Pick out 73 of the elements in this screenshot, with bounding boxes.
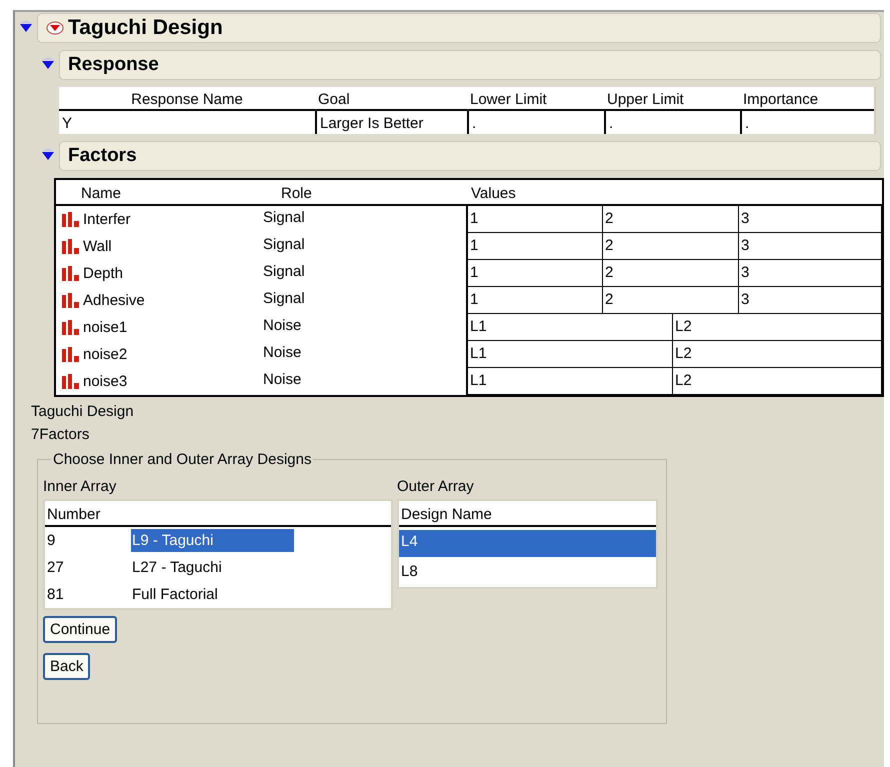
list-label: Outer Array bbox=[397, 477, 475, 497]
table-cell-text: Noise bbox=[262, 370, 302, 390]
list-item[interactable]: L4 bbox=[399, 530, 656, 557]
factor-name: noise3 bbox=[83, 373, 128, 390]
factor-name: noise1 bbox=[83, 319, 128, 336]
factor-count: 7Factors bbox=[30, 425, 90, 443]
factor-name: Interfer bbox=[83, 211, 131, 228]
column-header: Role bbox=[256, 180, 466, 206]
column-header: Values bbox=[466, 180, 882, 206]
list-item[interactable]: 81 Full Factorial bbox=[45, 581, 391, 608]
table-cell: L2 bbox=[673, 314, 882, 340]
table-cell-text: Signal bbox=[262, 289, 306, 309]
disclosure-icon[interactable] bbox=[19, 19, 33, 33]
bar-chart-icon bbox=[61, 374, 81, 389]
list-item[interactable]: 27 L27 - Taguchi bbox=[45, 554, 391, 581]
bar-chart-icon bbox=[61, 293, 81, 308]
disclosure-icon[interactable] bbox=[41, 56, 55, 70]
table-cell: 2 bbox=[603, 260, 739, 286]
table-cell-text: Y bbox=[61, 114, 74, 134]
section-title: Factors bbox=[68, 145, 137, 167]
column-header: Importance bbox=[740, 87, 874, 111]
table-cell: 1 bbox=[468, 287, 603, 313]
column-header: Upper Limit bbox=[604, 87, 740, 111]
table-cell: Larger Is Better bbox=[315, 111, 467, 134]
table-cell: 2 bbox=[603, 233, 739, 259]
column-header: Name bbox=[56, 180, 256, 206]
table-cell: 3 bbox=[739, 260, 882, 286]
bar-chart-icon bbox=[61, 347, 81, 362]
report-title: Taguchi Design bbox=[68, 16, 223, 40]
table-cell: 1 bbox=[468, 260, 603, 286]
table-cell: L2 bbox=[673, 368, 882, 394]
factor-name: Adhesive bbox=[83, 292, 145, 309]
table-cell: L1 bbox=[468, 314, 673, 340]
table-cell: 1 bbox=[468, 206, 603, 232]
list-label: Inner Array bbox=[43, 477, 118, 497]
list-item[interactable]: 9 L9 - Taguchi bbox=[45, 527, 391, 554]
list-item[interactable]: L8 bbox=[399, 560, 656, 587]
bar-chart-icon bbox=[61, 320, 81, 335]
table-cell-text: Signal bbox=[262, 235, 306, 255]
table-cell: . bbox=[467, 111, 604, 134]
bar-chart-icon bbox=[61, 239, 81, 254]
column-header: Response Name bbox=[59, 87, 315, 111]
table-cell-text: Signal bbox=[262, 262, 306, 282]
column-header: Goal bbox=[315, 87, 467, 111]
table-cell: L1 bbox=[468, 368, 673, 394]
column-header: Lower Limit bbox=[467, 87, 604, 111]
group-legend: Choose Inner and Outer Array Designs bbox=[51, 451, 314, 468]
menu-icon[interactable] bbox=[46, 21, 64, 35]
table-cell: . bbox=[740, 111, 874, 134]
design-label: Taguchi Design bbox=[30, 402, 135, 420]
bar-chart-icon bbox=[61, 266, 81, 281]
column-header: Design Name bbox=[399, 501, 656, 527]
table-cell: 3 bbox=[739, 287, 882, 313]
factor-name: Depth bbox=[83, 265, 124, 282]
table-cell: L1 bbox=[468, 341, 673, 367]
action-button[interactable]: Continue bbox=[43, 616, 118, 643]
factor-name: noise2 bbox=[83, 346, 128, 363]
column-header: Number bbox=[45, 501, 391, 527]
table-cell-text: Noise bbox=[262, 316, 302, 336]
table-cell: 3 bbox=[739, 206, 882, 232]
table-cell: . bbox=[604, 111, 740, 134]
table-cell: L2 bbox=[673, 341, 882, 367]
section-title: Response bbox=[68, 54, 159, 76]
bar-chart-icon bbox=[61, 212, 81, 227]
table-cell: 2 bbox=[603, 287, 739, 313]
table-cell: 2 bbox=[603, 206, 739, 232]
table-cell: 1 bbox=[468, 233, 603, 259]
disclosure-icon[interactable] bbox=[41, 147, 55, 161]
factor-name: Wall bbox=[83, 238, 112, 255]
action-button[interactable]: Back bbox=[43, 653, 90, 680]
table-cell-text: Signal bbox=[262, 208, 306, 228]
table-cell-text: Noise bbox=[262, 343, 302, 363]
table-cell: 3 bbox=[739, 233, 882, 259]
